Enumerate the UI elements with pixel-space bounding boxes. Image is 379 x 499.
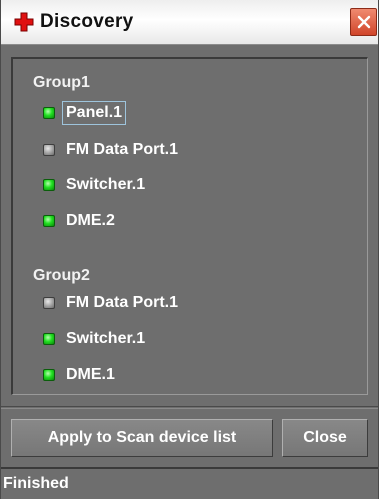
device-name: FM Data Port.1 [66, 141, 179, 158]
title-bar[interactable]: Discovery [1, 0, 378, 45]
group-label-group2: Group2 [33, 267, 90, 284]
device-item-dme-2[interactable]: DME.2 [43, 208, 119, 234]
apply-to-scan-list-button[interactable]: Apply to Scan device list [11, 419, 273, 457]
status-led-icon [43, 215, 55, 227]
device-item-switcher-1[interactable]: Switcher.1 [43, 172, 149, 198]
device-name: DME.1 [66, 366, 115, 383]
device-name: Switcher.1 [66, 330, 146, 347]
divider [1, 406, 378, 409]
red-plus-app-icon [14, 12, 34, 32]
device-item-fm-data-port-1[interactable]: FM Data Port.1 [43, 290, 182, 316]
device-name: Panel.1 [62, 101, 127, 125]
device-name: DME.2 [66, 212, 115, 229]
status-led-icon [43, 369, 55, 381]
device-name: FM Data Port.1 [66, 294, 179, 311]
status-led-icon [43, 179, 55, 191]
window-title: Discovery [40, 11, 134, 32]
status-led-icon [43, 107, 55, 119]
group-label-group1: Group1 [33, 74, 90, 91]
status-led-icon [43, 297, 55, 309]
discovery-window: Discovery Group1 Panel.1 FM Data Port.1 … [0, 0, 379, 499]
device-item-switcher-1[interactable]: Switcher.1 [43, 326, 149, 352]
status-text: Finished [3, 475, 69, 492]
device-list-panel: Group1 Panel.1 FM Data Port.1 Switcher.1… [11, 57, 368, 395]
device-item-fm-data-port-1[interactable]: FM Data Port.1 [43, 137, 182, 163]
device-item-panel-1[interactable]: Panel.1 [43, 100, 127, 126]
status-led-icon [43, 144, 55, 156]
status-bar: Finished [1, 467, 378, 499]
device-name: Switcher.1 [66, 176, 146, 193]
status-led-icon [43, 333, 55, 345]
close-icon[interactable] [350, 8, 377, 36]
device-item-dme-1[interactable]: DME.1 [43, 362, 119, 388]
close-button[interactable]: Close [282, 419, 368, 457]
